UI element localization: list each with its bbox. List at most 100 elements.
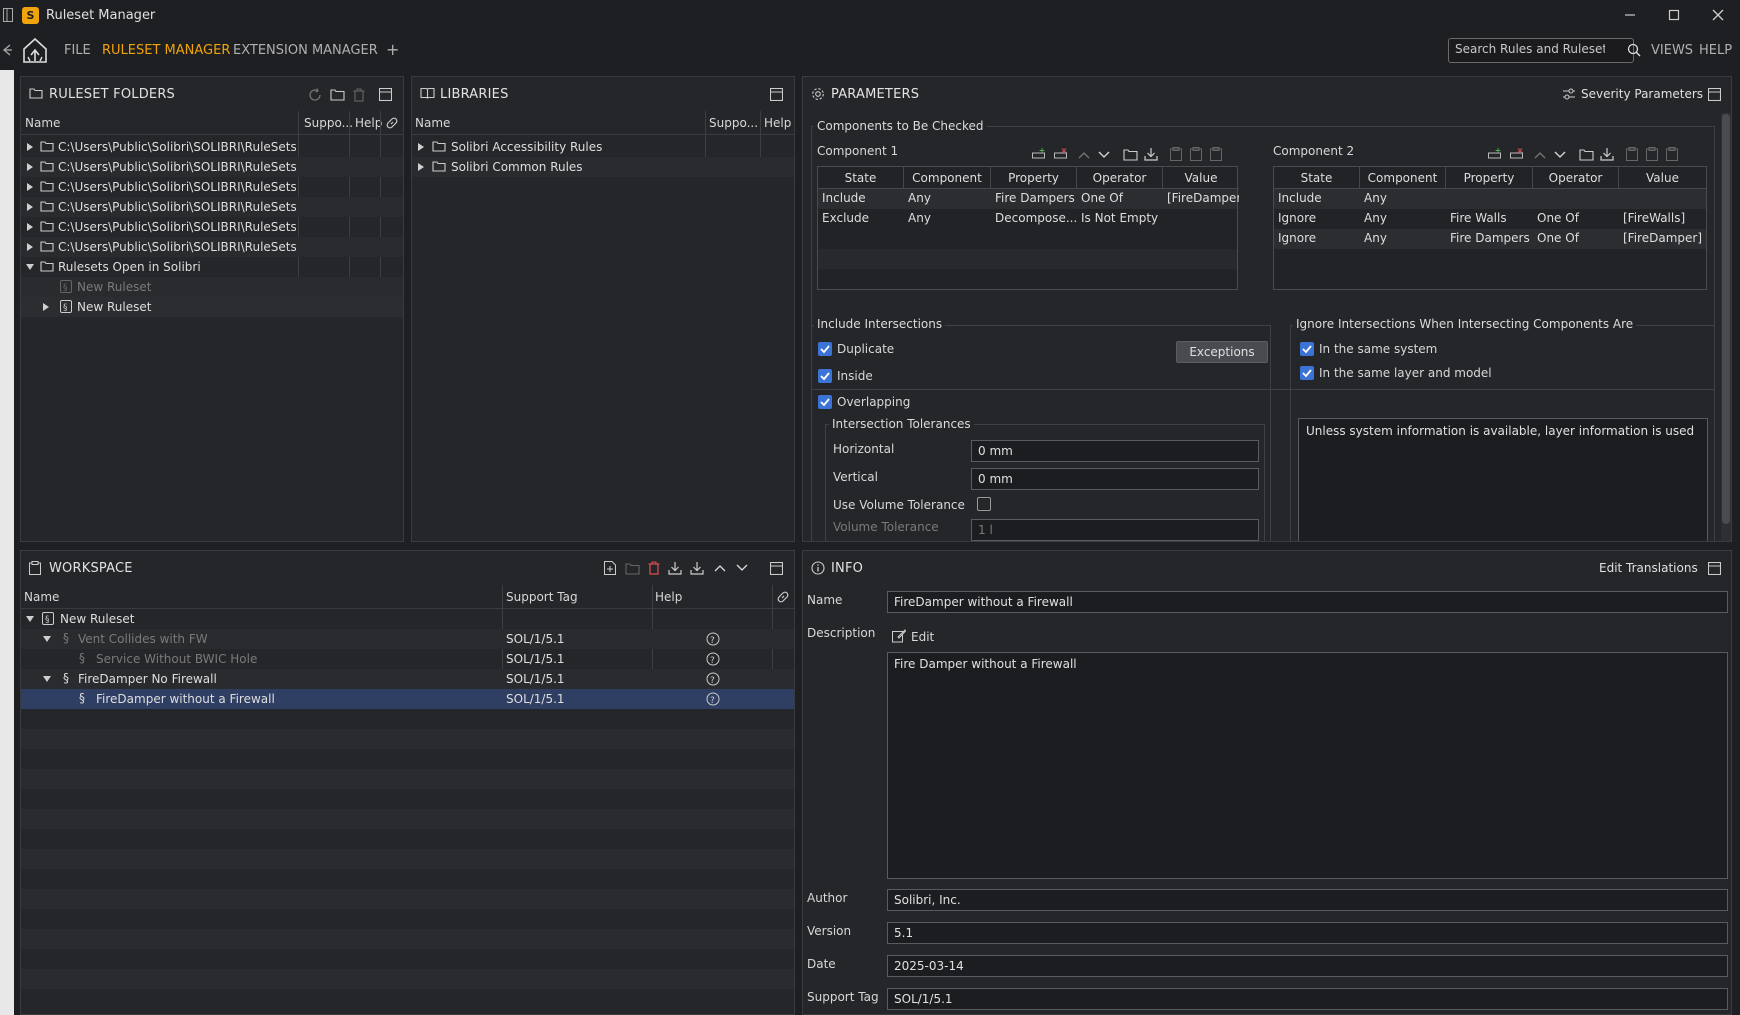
list-item[interactable]: C:\Users\Public\Solibri\SOLIBRI\RuleSets…	[21, 217, 403, 237]
table-row-selected[interactable]: § FireDamper without a Firewall SOL/1/5.…	[21, 689, 794, 709]
list-item[interactable]: Solibri Common Rules	[412, 157, 794, 177]
move-up-icon[interactable]	[714, 564, 726, 572]
table-row[interactable]: § Service Without BWIC Hole SOL/1/5.1 ?	[21, 649, 794, 669]
table-row[interactable]: Include Any	[1274, 189, 1706, 209]
add-row-icon[interactable]	[1488, 148, 1502, 160]
support-tag-field[interactable]: SOL/1/5.1	[887, 988, 1728, 1010]
version-field[interactable]: 5.1	[887, 922, 1728, 944]
list-item[interactable]: C:\Users\Public\Solibri\SOLIBRI\RuleSets	[21, 137, 403, 157]
column-header[interactable]: Component	[904, 167, 991, 189]
maximize-icon[interactable]	[1667, 8, 1681, 22]
same-system-checkbox[interactable]	[1300, 342, 1314, 356]
help-icon[interactable]: ?	[706, 692, 720, 706]
menu-help[interactable]: HELP	[1699, 43, 1732, 58]
link-icon[interactable]	[776, 590, 790, 604]
column-name[interactable]: Name	[415, 116, 450, 130]
description-field[interactable]: Fire Damper without a Firewall	[887, 652, 1728, 879]
delete-icon[interactable]	[353, 88, 365, 102]
list-item[interactable]: Rulesets Open in Solibri	[21, 257, 403, 277]
list-item[interactable]: § New Ruleset	[21, 297, 403, 317]
clipboard-add-icon[interactable]	[1170, 147, 1182, 161]
table-row[interactable]: Ignore Any Fire Walls One Of [FireWalls]	[1274, 209, 1706, 229]
link-icon[interactable]	[385, 116, 399, 130]
table-row[interactable]: Ignore Any Fire Dampers One Of [FireDamp…	[1274, 229, 1706, 249]
column-support[interactable]: Suppo...	[304, 116, 353, 130]
edit-translations-button[interactable]: Edit Translations	[1599, 561, 1698, 575]
author-field[interactable]: Solibri, Inc.	[887, 889, 1728, 911]
download-icon[interactable]	[1600, 147, 1614, 161]
move-up-icon[interactable]	[1534, 151, 1546, 159]
add-tab-button[interactable]: +	[386, 40, 399, 59]
folder-icon[interactable]	[625, 562, 640, 575]
column-header[interactable]: State	[818, 167, 904, 189]
list-item[interactable]: C:\Users\Public\Solibri\SOLIBRI\RuleSets…	[21, 237, 403, 257]
delete-icon[interactable]	[648, 561, 660, 575]
column-header[interactable]: Value	[1619, 167, 1706, 189]
new-file-icon[interactable]	[604, 561, 616, 575]
sidebar-toggle-icon[interactable]	[3, 8, 13, 22]
inside-checkbox[interactable]	[818, 369, 832, 383]
table-row[interactable]: § Vent Collides with FW SOL/1/5.1 ?	[21, 629, 794, 649]
column-name[interactable]: Name	[24, 590, 59, 604]
panel-maximize-icon[interactable]	[379, 88, 392, 101]
clipboard-paste-icon[interactable]	[1210, 147, 1222, 161]
add-folder-icon[interactable]	[330, 88, 345, 101]
list-item[interactable]: C:\Users\Public\Solibri\SOLIBRI\RuleSets…	[21, 177, 403, 197]
use-volume-checkbox[interactable]	[977, 497, 991, 511]
overlapping-checkbox[interactable]	[818, 395, 832, 409]
menu-extension-manager[interactable]: EXTENSION MANAGER	[233, 43, 378, 58]
column-support-tag[interactable]: Support Tag	[506, 590, 578, 604]
import-icon[interactable]	[668, 561, 682, 575]
move-down-icon[interactable]	[1554, 151, 1566, 159]
export-icon[interactable]	[690, 561, 704, 575]
edit-icon[interactable]	[892, 629, 906, 643]
list-item[interactable]: C:\Users\Public\Solibri\SOLIBRI\RuleSets…	[21, 197, 403, 217]
column-name[interactable]: Name	[25, 116, 60, 130]
search-box[interactable]	[1448, 38, 1641, 63]
column-help[interactable]: Help	[355, 116, 382, 130]
download-icon[interactable]	[1144, 147, 1158, 161]
date-field[interactable]: 2025-03-14	[887, 955, 1728, 977]
severity-parameters-button[interactable]: Severity Parameters	[1581, 87, 1703, 101]
panel-maximize-icon[interactable]	[770, 562, 783, 575]
parameters-scrollbar[interactable]	[1721, 113, 1731, 541]
panel-maximize-icon[interactable]	[1708, 88, 1721, 101]
list-item[interactable]: C:\Users\Public\Solibri\SOLIBRI\RuleSets…	[21, 157, 403, 177]
clipboard-add-icon[interactable]	[1626, 147, 1638, 161]
panel-maximize-icon[interactable]	[770, 88, 783, 101]
exceptions-button[interactable]: Exceptions	[1176, 341, 1268, 363]
table-row[interactable]: § FireDamper No Firewall SOL/1/5.1 ?	[21, 669, 794, 689]
menu-views[interactable]: VIEWS	[1651, 43, 1693, 58]
search-icon[interactable]	[1627, 43, 1641, 57]
table-row[interactable]: Include Any Fire Dampers One Of [FireDam…	[818, 189, 1239, 209]
column-header[interactable]: Value	[1163, 167, 1239, 189]
table-row[interactable]: Exclude Any Decompose... Is Not Empty	[818, 209, 1237, 229]
remove-row-icon[interactable]	[1510, 148, 1524, 160]
open-folder-icon[interactable]	[1579, 148, 1594, 161]
column-header[interactable]: Component	[1360, 167, 1446, 189]
edit-button[interactable]: Edit	[911, 630, 934, 644]
clipboard-copy-icon[interactable]	[1646, 147, 1658, 161]
column-support[interactable]: Suppo...	[709, 116, 758, 130]
help-icon[interactable]: ?	[706, 652, 720, 666]
vertical-field[interactable]: 0 mm	[971, 468, 1259, 490]
search-input[interactable]	[1455, 42, 1605, 56]
move-up-icon[interactable]	[1078, 151, 1090, 159]
same-layer-checkbox[interactable]	[1300, 366, 1314, 380]
column-help[interactable]: Help	[655, 590, 682, 604]
table-row[interactable]: § New Ruleset	[21, 609, 794, 629]
severity-icon[interactable]	[1562, 88, 1576, 100]
list-item[interactable]: § New Ruleset	[21, 277, 403, 297]
help-icon[interactable]: ?	[706, 632, 720, 646]
clipboard-paste-icon[interactable]	[1666, 147, 1678, 161]
column-header[interactable]: Operator	[1533, 167, 1619, 189]
minimize-icon[interactable]	[1623, 8, 1637, 22]
menu-ruleset-manager[interactable]: RULESET MANAGER	[102, 43, 230, 58]
add-row-icon[interactable]	[1032, 148, 1046, 160]
close-icon[interactable]	[1711, 8, 1725, 22]
menu-file[interactable]: FILE	[64, 43, 91, 58]
name-field[interactable]: FireDamper without a Firewall	[887, 591, 1728, 613]
move-down-icon[interactable]	[1098, 151, 1110, 159]
column-header[interactable]: State	[1274, 167, 1360, 189]
volume-tolerance-field[interactable]: 1 l	[971, 519, 1259, 541]
